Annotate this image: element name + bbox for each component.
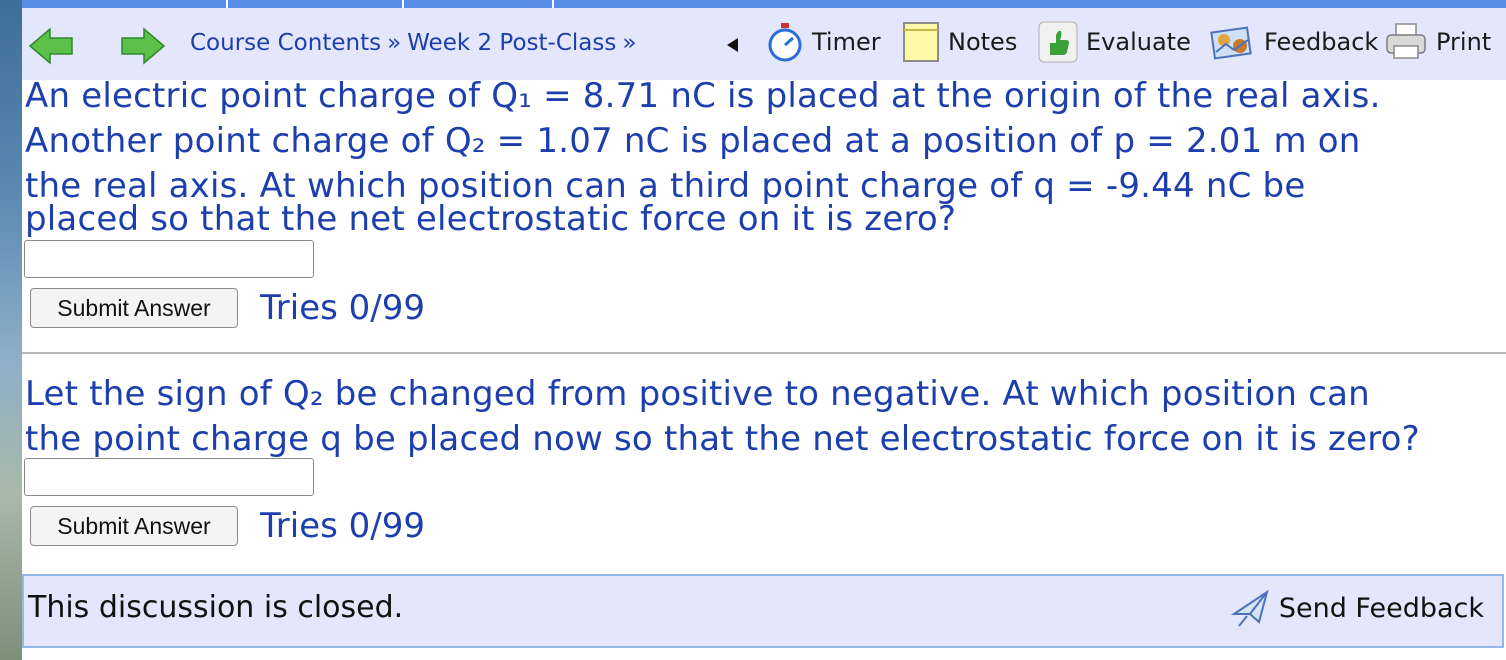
- notepad-icon: [903, 22, 939, 62]
- tab-separator: [226, 0, 228, 8]
- feedback-mail-icon: [1210, 26, 1252, 60]
- collapse-triangle-icon[interactable]: [726, 37, 740, 53]
- notes-label: Notes: [948, 28, 1018, 56]
- thumbs-up-icon: [1038, 21, 1078, 63]
- send-feedback-label: Send Feedback: [1278, 592, 1484, 624]
- stopwatch-icon: [768, 23, 802, 62]
- question2-line: Let the sign of Q₂ be changed from posit…: [25, 374, 1370, 414]
- top-tab-stripe: [22, 0, 1506, 8]
- breadcrumb-week-2[interactable]: Week 2 Post-Class: [407, 30, 616, 56]
- evaluate-tool[interactable]: Evaluate: [1038, 20, 1191, 64]
- question2-answer-field[interactable]: [24, 458, 314, 496]
- section-divider: [22, 352, 1506, 354]
- feedback-label: Feedback: [1264, 28, 1379, 56]
- question2-tries: Tries 0/99: [260, 506, 425, 546]
- back-arrow-icon[interactable]: [28, 26, 74, 66]
- breadcrumb-separator: »: [622, 30, 637, 56]
- question2-line: the point charge q be placed now so that…: [25, 419, 1420, 459]
- question2-submit-button[interactable]: Submit Answer: [30, 506, 238, 546]
- question1-text: An electric point charge of Q₁ = 8.71 nC…: [25, 74, 1381, 242]
- question1-submit-button[interactable]: Submit Answer: [30, 288, 238, 328]
- print-tool[interactable]: Print: [1384, 20, 1491, 64]
- question1-answer-field[interactable]: [24, 240, 314, 278]
- print-label: Print: [1436, 28, 1492, 56]
- send-feedback-icon: [1230, 589, 1269, 627]
- discussion-panel: This discussion is closed. Send Feedback: [22, 574, 1504, 648]
- breadcrumb: Course Contents» Week 2 Post-Class»: [190, 30, 642, 56]
- navigation-bar: Course Contents» Week 2 Post-Class» Timer…: [22, 8, 1506, 80]
- question2-text: Let the sign of Q₂ be changed from posit…: [25, 372, 1420, 462]
- breadcrumb-separator: »: [387, 30, 402, 56]
- forward-arrow-icon[interactable]: [120, 26, 166, 66]
- printer-icon: [1386, 23, 1426, 59]
- evaluate-label: Evaluate: [1086, 28, 1191, 56]
- desktop-edge: [0, 0, 22, 660]
- discussion-status: This discussion is closed.: [28, 590, 404, 625]
- question1-tries: Tries 0/99: [260, 288, 425, 328]
- problem-page: Course Contents» Week 2 Post-Class» Timer…: [22, 0, 1506, 660]
- notes-tool[interactable]: Notes: [902, 20, 1017, 64]
- breadcrumb-course-contents[interactable]: Course Contents: [190, 30, 381, 56]
- feedback-tool[interactable]: Feedback: [1210, 20, 1378, 64]
- timer-label: Timer: [812, 28, 881, 56]
- send-feedback-link[interactable]: Send Feedback: [1230, 588, 1484, 628]
- timer-tool[interactable]: Timer: [766, 20, 881, 64]
- tab-separator: [552, 0, 554, 8]
- question1-line: An electric point charge of Q₁ = 8.71 nC…: [25, 76, 1381, 116]
- tab-separator: [402, 0, 404, 8]
- question1-line: Another point charge of Q₂ = 1.07 nC is …: [25, 121, 1361, 161]
